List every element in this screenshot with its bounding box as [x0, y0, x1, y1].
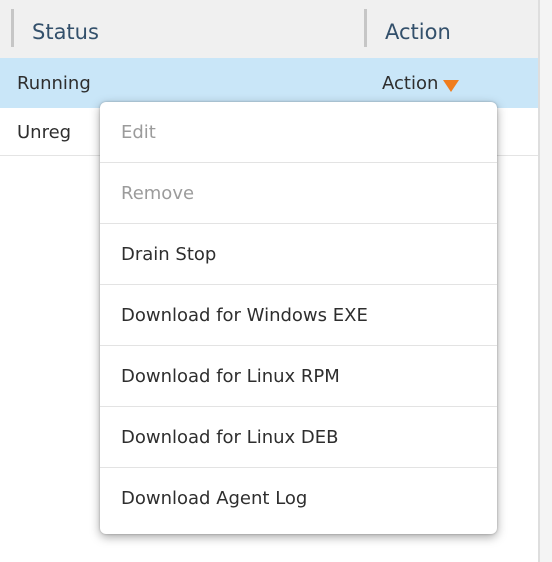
menu-item-download-agent-log[interactable]: Download Agent Log	[100, 468, 497, 529]
column-resize-handle-status[interactable]	[11, 9, 14, 47]
menu-item-remove: Remove	[100, 163, 497, 224]
caret-down-icon[interactable]	[443, 79, 460, 92]
action-dropdown-button[interactable]: Action	[382, 73, 460, 95]
column-resize-handle-action[interactable]	[364, 9, 367, 47]
column-header-action[interactable]: Action	[385, 19, 451, 45]
menu-item-drain-stop[interactable]: Drain Stop	[100, 224, 497, 285]
table-header: Status Action	[0, 0, 538, 58]
status-cell: Unreg	[17, 122, 72, 143]
menu-item-edit: Edit	[100, 102, 497, 163]
action-menu: Edit Remove Drain Stop Download for Wind…	[100, 102, 497, 534]
panel-edge	[538, 0, 552, 562]
column-header-status[interactable]: Status	[32, 19, 99, 45]
status-cell: Running	[17, 73, 91, 94]
table-row[interactable]: Running Action	[0, 58, 538, 108]
action-dropdown-label: Action	[382, 73, 439, 94]
menu-item-download-linux-deb[interactable]: Download for Linux DEB	[100, 407, 497, 468]
menu-item-download-linux-rpm[interactable]: Download for Linux RPM	[100, 346, 497, 407]
menu-item-download-windows-exe[interactable]: Download for Windows EXE	[100, 285, 497, 346]
agents-table: Status Action Running Action Unreg Edit …	[0, 0, 552, 562]
